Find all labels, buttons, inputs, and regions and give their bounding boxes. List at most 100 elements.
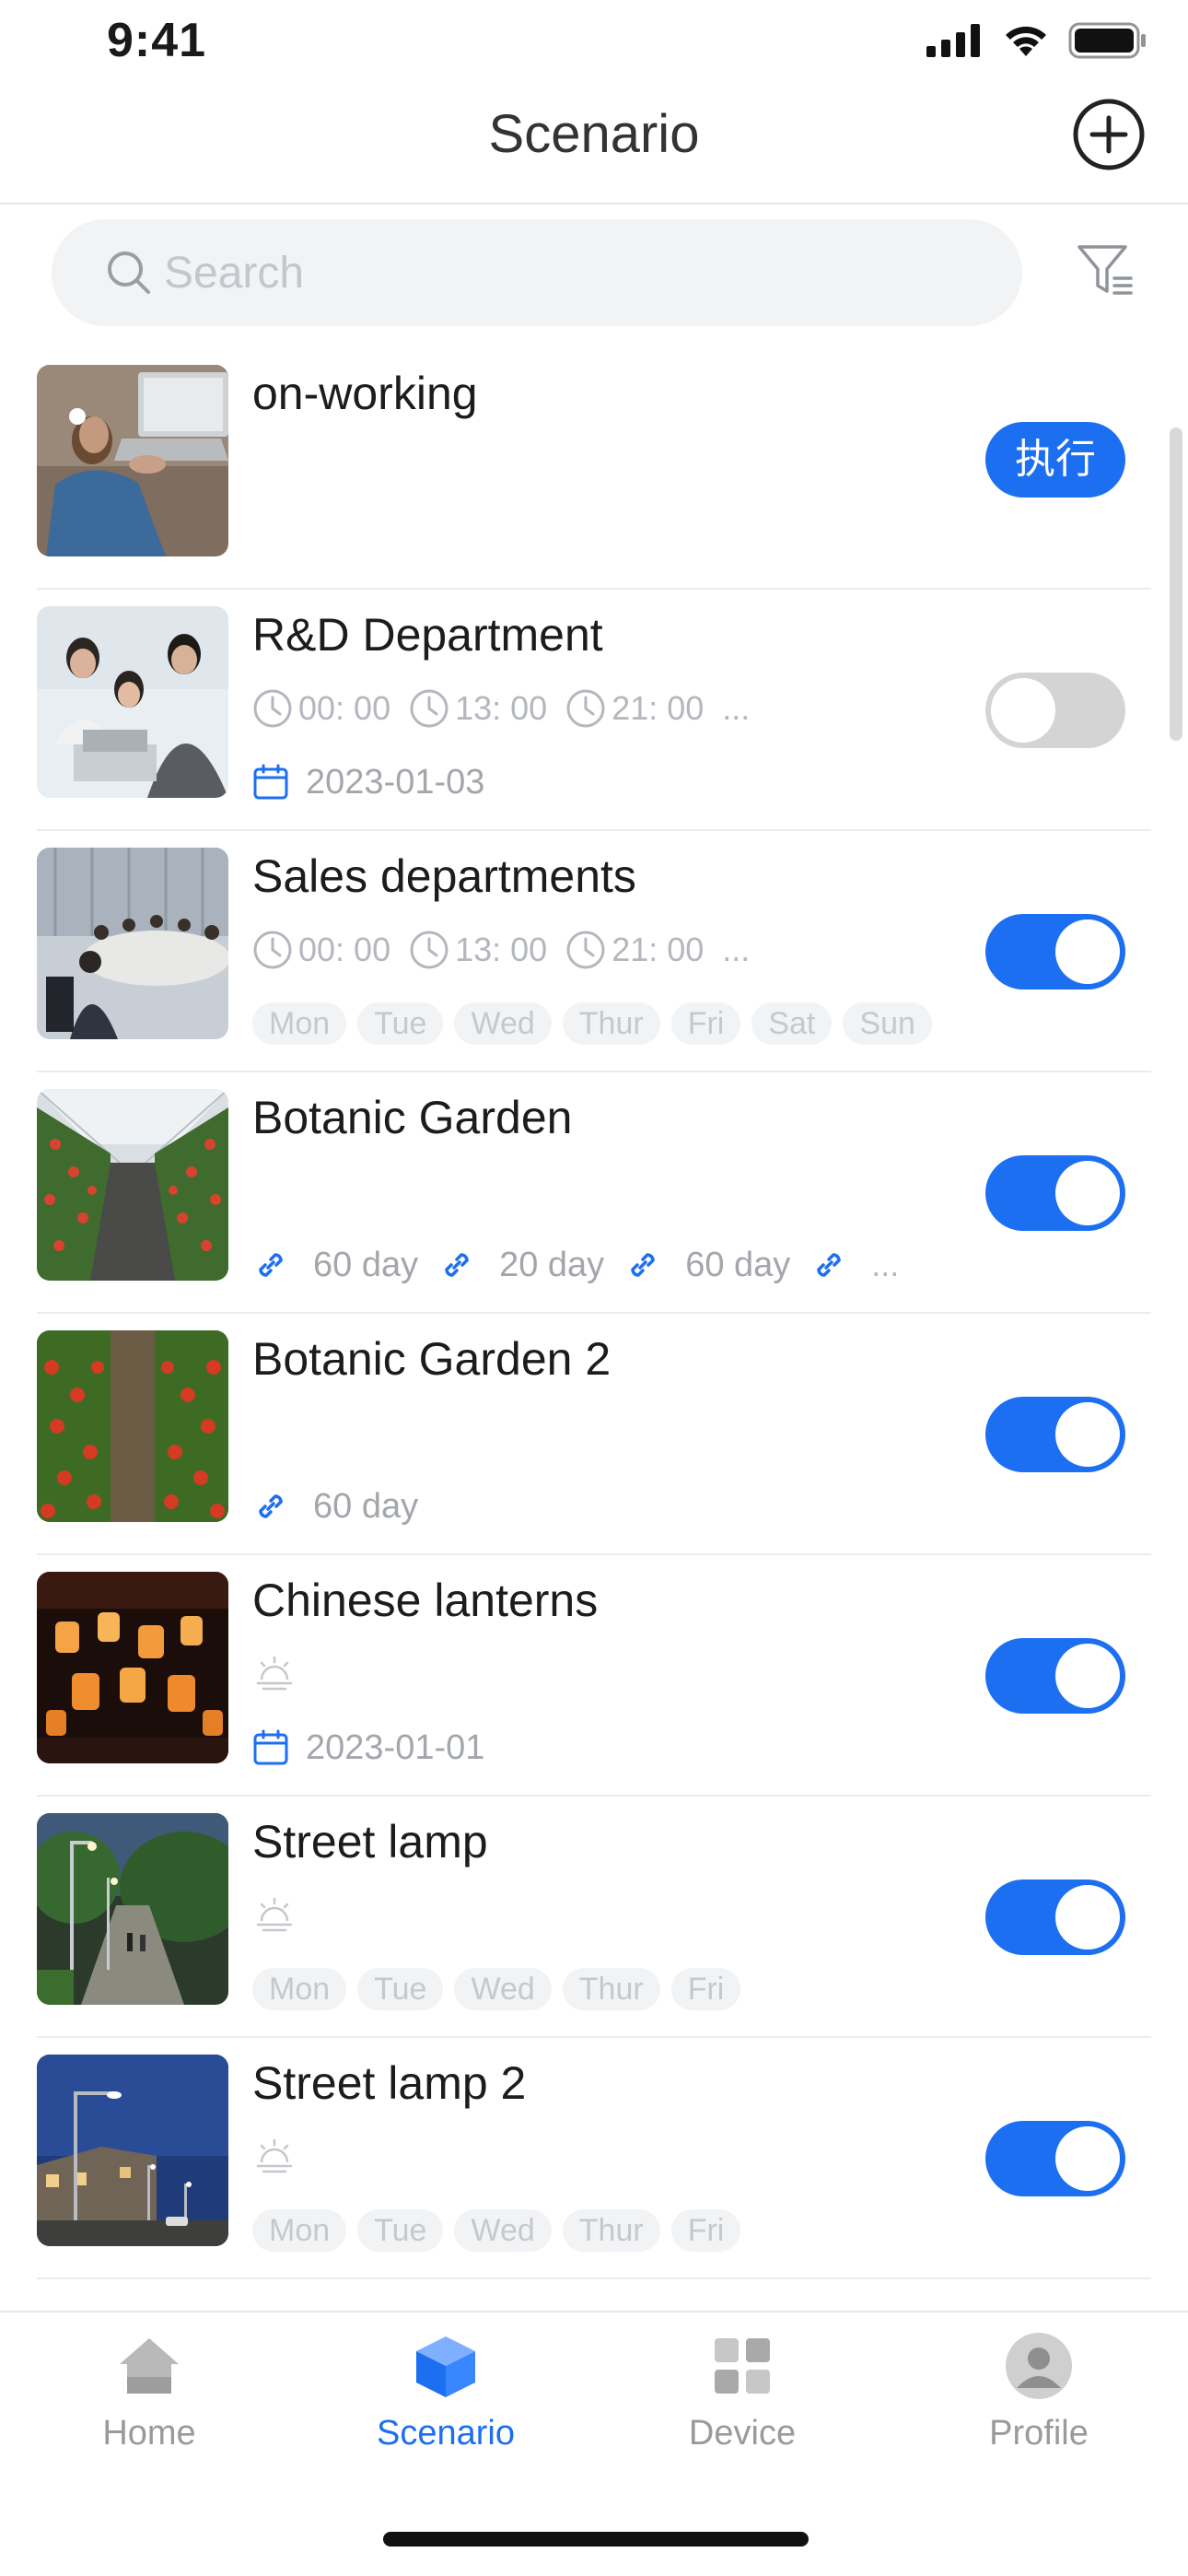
weekday-chip: Fri <box>670 1968 741 2010</box>
battery-icon <box>1068 22 1146 59</box>
link-icon <box>259 1494 283 1518</box>
weekday-chip: Sat <box>751 1002 833 1045</box>
toggle-knob <box>1055 2126 1120 2191</box>
sunrise-icon <box>256 2138 293 2173</box>
time-text: 21: 00 <box>611 931 705 968</box>
scenario-toggle[interactable] <box>985 1638 1125 1714</box>
nav-bar: Scenario <box>0 83 1188 205</box>
linked-durations: 60 day 20 day 60 day ... <box>252 1242 919 1288</box>
link-item: ... <box>810 1246 899 1284</box>
time-text: 00: 00 <box>298 689 391 727</box>
tab-home[interactable]: Home <box>57 2331 241 2453</box>
weekday-chip: Mon <box>252 1002 347 1045</box>
weekday-chips: Mon Tue Wed Thur Fri <box>252 1966 751 2012</box>
tab-label: Device <box>688 2414 797 2453</box>
add-scenario-button[interactable] <box>1072 98 1146 171</box>
more-indicator: ... <box>722 689 751 727</box>
grid-icon <box>715 2338 770 2394</box>
weekday-chip: Tue <box>357 2209 444 2252</box>
clock-icon <box>253 689 292 728</box>
scenario-toggle[interactable] <box>985 914 1125 989</box>
link-item: 60 day <box>624 1246 790 1285</box>
scenario-thumbnail <box>37 1572 228 1763</box>
more-indicator: ... <box>871 1246 900 1283</box>
scenario-row[interactable]: Street lamp Mon Tue Wed Thur Fri <box>37 1797 1151 2038</box>
sunrise-trigger <box>252 1892 297 1938</box>
scenario-thumbnail <box>37 848 228 1039</box>
more-indicator: ... <box>722 931 751 968</box>
scenario-row[interactable]: R&D Department 00: 00 13: 00 21: 00 ... … <box>37 590 1151 831</box>
scenario-toggle[interactable] <box>985 2121 1125 2196</box>
scenario-toggle[interactable] <box>985 673 1125 748</box>
time-text: 21: 00 <box>611 689 705 727</box>
scenario-title: on-working <box>252 368 478 419</box>
weekday-chips: Mon Tue Wed Thur Fri <box>252 2207 751 2254</box>
weekday-chip: Thur <box>562 2209 660 2252</box>
schedule-times: 00: 00 13: 00 21: 00 ... <box>252 685 750 732</box>
search-row <box>0 217 1188 328</box>
scenario-title: Sales departments <box>252 850 636 902</box>
tab-device[interactable]: Device <box>650 2331 834 2453</box>
link-text: 60 day <box>313 1245 419 1284</box>
scenario-thumbnail <box>37 606 228 798</box>
scenario-toggle[interactable] <box>985 1155 1125 1231</box>
weekday-chip: Tue <box>357 1002 444 1045</box>
search-icon <box>108 252 150 294</box>
weekday-chip: Fri <box>670 1002 741 1045</box>
scenario-list: on-working 执行 R&D Department 00: 00 13: … <box>0 348 1188 2279</box>
clock-icon <box>410 689 448 728</box>
search-input[interactable] <box>164 245 974 300</box>
scenario-toggle[interactable] <box>985 1879 1125 1955</box>
home-icon <box>120 2338 179 2394</box>
scenario-row[interactable]: Chinese lanterns 2023-01-01 <box>37 1555 1151 1797</box>
linked-durations: 60 day <box>252 1483 438 1529</box>
toggle-knob <box>1055 1885 1120 1950</box>
scenario-row[interactable]: Sales departments 00: 00 13: 00 21: 00 .… <box>37 831 1151 1072</box>
sunrise-icon <box>256 1656 293 1691</box>
clock-icon <box>253 931 292 969</box>
tab-scenario[interactable]: Scenario <box>354 2331 538 2453</box>
weekday-chip: Mon <box>252 2209 347 2252</box>
scenario-title: R&D Department <box>252 609 603 661</box>
time-item: 21: 00 <box>565 688 704 729</box>
time-item: 21: 00 <box>565 930 704 970</box>
toggle-knob <box>1055 1161 1120 1225</box>
tab-label: Home <box>102 2414 196 2453</box>
link-icon <box>445 1253 469 1277</box>
filter-icon[interactable] <box>1074 240 1136 302</box>
weekday-chips: Mon Tue Wed Thur Fri Sat Sun <box>252 1001 943 1047</box>
scenario-row[interactable]: Street lamp 2 Mon Tue Wed Thur Fri <box>37 2038 1151 2279</box>
scenario-row[interactable]: Botanic Garden 60 day 20 day 60 day ... <box>37 1072 1151 1314</box>
scenario-title: Botanic Garden 2 <box>252 1333 611 1385</box>
link-item: 60 day <box>252 1487 418 1527</box>
clock-icon <box>566 689 605 728</box>
scenario-thumbnail <box>37 1089 228 1281</box>
scenario-thumbnail <box>37 365 228 556</box>
toggle-knob <box>1055 919 1120 984</box>
search-box[interactable] <box>52 219 1022 326</box>
user-icon <box>1006 2333 1072 2399</box>
wifi-icon <box>1006 26 1046 56</box>
weekday-chip: Fri <box>670 2209 741 2252</box>
weekday-chip: Tue <box>357 1968 444 2010</box>
scenario-thumbnail <box>37 1813 228 2005</box>
link-text: 60 day <box>313 1486 419 1526</box>
toggle-knob <box>1055 1402 1120 1467</box>
scenario-toggle[interactable] <box>985 1397 1125 1472</box>
time-text: 13: 00 <box>455 689 548 727</box>
scenario-row[interactable]: on-working 执行 <box>37 348 1151 590</box>
execute-button[interactable]: 执行 <box>985 422 1125 498</box>
page-title: Scenario <box>488 104 700 164</box>
clock-icon <box>410 931 448 969</box>
scenario-row[interactable]: Botanic Garden 2 60 day <box>37 1314 1151 1555</box>
link-item: 60 day <box>252 1246 418 1285</box>
tab-profile[interactable]: Profile <box>947 2331 1131 2453</box>
tab-label: Scenario <box>377 2414 515 2453</box>
scenario-thumbnail <box>37 2055 228 2246</box>
scenario-title: Botanic Garden <box>252 1092 573 1143</box>
weekday-chip: Sun <box>843 1002 932 1045</box>
weekday-chip: Thur <box>562 1968 660 2010</box>
schedule-date: 2023-01-01 <box>252 1725 484 1771</box>
date-text: 2023-01-01 <box>306 1727 485 1767</box>
toggle-knob <box>991 678 1055 743</box>
